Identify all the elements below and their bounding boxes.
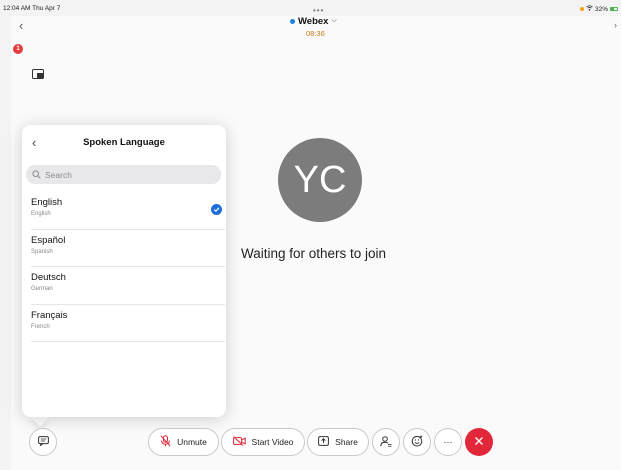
end-call-button[interactable] (465, 428, 493, 456)
panel-title: Spoken Language (83, 137, 165, 148)
chevron-down-icon: ⌵ (331, 17, 337, 24)
more-options-button[interactable]: ··· (434, 428, 462, 456)
participants-icon (380, 435, 392, 449)
search-icon (32, 166, 41, 184)
chat-bubble-icon (37, 433, 49, 451)
more-options-icon: ··· (443, 437, 453, 447)
reactions-button[interactable] (403, 428, 431, 456)
secure-shield-icon (290, 18, 295, 24)
meeting-timer: 08:36 (306, 29, 325, 38)
captions-button[interactable] (29, 428, 57, 456)
unmute-button[interactable]: Unmute (148, 428, 219, 456)
notification-badge[interactable]: 1 (13, 44, 23, 54)
battery-icon (610, 7, 618, 11)
language-name: Français (31, 309, 68, 321)
share-button[interactable]: Share (307, 428, 369, 456)
layout-switch-icon[interactable] (32, 66, 44, 79)
status-indicators: 32% (579, 5, 618, 13)
video-off-icon (232, 436, 246, 448)
language-list: English English Español Spanish Deutsch … (31, 192, 225, 342)
language-item-deutsch[interactable]: Deutsch German (31, 267, 225, 305)
language-item-espanol[interactable]: Español Spanish (31, 230, 225, 267)
battery-percent: 32% (594, 5, 608, 13)
language-name: English (31, 197, 63, 208)
wifi-icon (586, 5, 593, 13)
start-video-button[interactable]: Start Video (221, 428, 305, 456)
share-label: Share (335, 437, 358, 447)
language-subtitle: French (31, 323, 50, 330)
smiley-icon (411, 435, 423, 449)
language-subtitle: English (31, 211, 51, 217)
avatar-initials: YC (293, 158, 347, 201)
device-screen: 12:04 AM Thu Apr 7 32% ••• Webex ⌵ 08:36… (0, 0, 621, 470)
waiting-message: Waiting for others to join (241, 246, 387, 261)
unmute-label: Unmute (177, 437, 207, 447)
status-time: 12:04 AM Thu Apr 7 (3, 5, 61, 12)
close-icon[interactable]: › (614, 20, 617, 30)
search-input[interactable] (45, 169, 205, 180)
muted-microphone-icon (160, 435, 171, 449)
language-item-francais[interactable]: Français French (31, 305, 225, 342)
language-subtitle: Spanish (31, 248, 53, 255)
language-name: Deutsch (31, 272, 66, 283)
participants-button[interactable] (372, 428, 400, 456)
mic-in-use-indicator-icon (579, 7, 584, 11)
checkmark-icon (211, 204, 222, 215)
spoken-language-panel: ‹ Spoken Language English English Españo… (22, 125, 226, 417)
language-subtitle: German (31, 286, 53, 292)
start-video-label: Start Video (251, 437, 294, 447)
share-screen-icon (318, 436, 330, 448)
multitasking-dots-icon[interactable]: ••• (313, 6, 324, 15)
back-chevron-icon[interactable]: ‹ (19, 18, 23, 33)
meeting-title: Webex (298, 15, 329, 27)
search-box[interactable] (26, 165, 221, 184)
language-item-english[interactable]: English English (31, 192, 225, 230)
close-icon (474, 435, 484, 449)
avatar: YC (278, 138, 362, 222)
meeting-title-dropdown[interactable]: Webex ⌵ (290, 15, 337, 27)
language-name: Español (31, 234, 66, 246)
